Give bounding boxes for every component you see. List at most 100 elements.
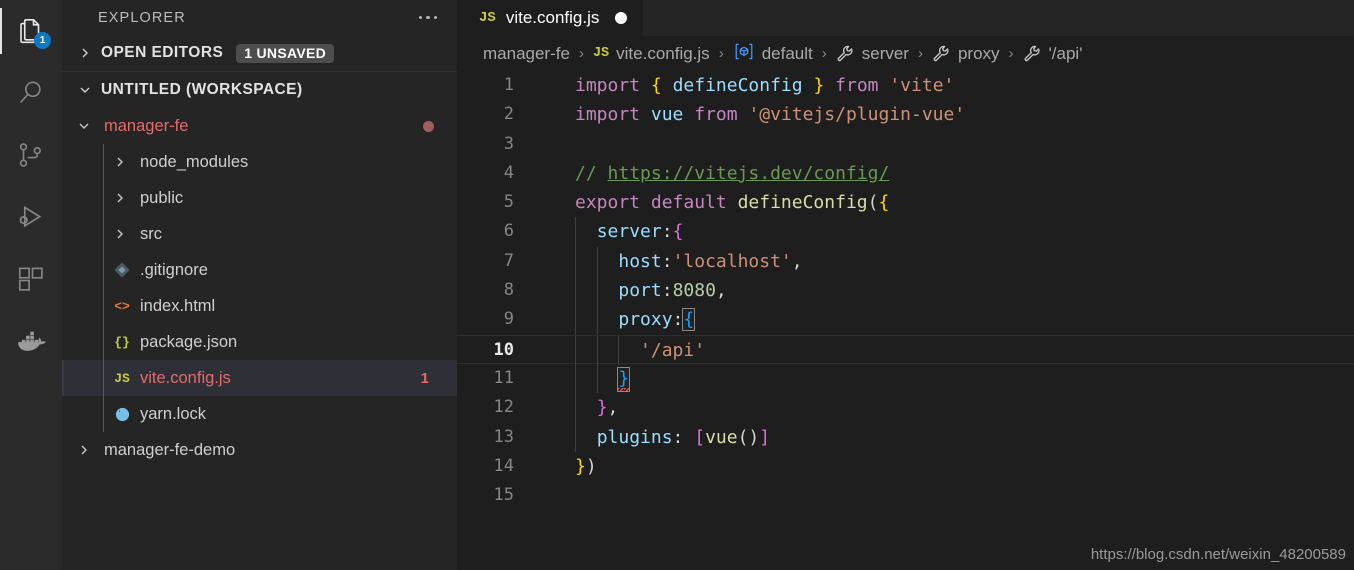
- chevron-right-icon[interactable]: [112, 154, 128, 170]
- code-line[interactable]: 1 import { defineConfig } from 'vite': [457, 71, 1354, 100]
- indent-guide: [103, 216, 104, 252]
- breadcrumb-item-api[interactable]: '/api': [1023, 43, 1083, 64]
- chevron-right-icon: [76, 44, 94, 62]
- tree-item--gitignore[interactable]: .gitignore: [62, 252, 457, 288]
- code-line[interactable]: 8 port:8080,: [457, 276, 1354, 306]
- code-text: '/api': [640, 339, 706, 361]
- breadcrumb-item-server[interactable]: server: [836, 44, 909, 64]
- export-symbol-icon: [733, 42, 755, 66]
- tree-item-label: index.html: [140, 296, 216, 315]
- js-file-icon: JS: [479, 10, 496, 26]
- tab-vite-config-js[interactable]: JS vite.config.js: [457, 0, 644, 36]
- editor-area: JS vite.config.js manager-fe › JS vite.conf…: [457, 0, 1354, 570]
- code-line[interactable]: 7 host:'localhost',: [457, 246, 1354, 277]
- code-line[interactable]: 10 '/api': [457, 334, 1354, 365]
- code-line[interactable]: 5 export default defineConfig({: [457, 188, 1354, 217]
- activity-item-docker[interactable]: [0, 310, 62, 372]
- chevron-right-icon[interactable]: [112, 190, 128, 206]
- breadcrumb-item-vite-config-js[interactable]: JS vite.config.js: [593, 44, 710, 64]
- code-line[interactable]: 9 proxy:{: [457, 305, 1354, 335]
- active-indicator: [0, 8, 2, 54]
- code-line[interactable]: 11 }: [457, 363, 1354, 394]
- activity-item-run-and-debug[interactable]: [0, 186, 62, 248]
- activity-item-search[interactable]: [0, 62, 62, 124]
- tree-item-public[interactable]: public: [62, 180, 457, 216]
- chevron-down-icon: [76, 81, 94, 99]
- tree-item-yarn-lock[interactable]: yarn.lock: [62, 396, 457, 432]
- line-number: 6: [503, 221, 514, 242]
- code-line[interactable]: 13 plugins: [vue()]: [457, 422, 1354, 452]
- line-number: 11: [493, 367, 514, 388]
- breadcrumb-separator: ›: [917, 45, 923, 62]
- breadcrumb-label: default: [761, 43, 813, 63]
- code-line[interactable]: 2 import vue from '@vitejs/plugin-vue': [457, 100, 1354, 129]
- line-number: 3: [503, 133, 514, 154]
- tree-item-index-html[interactable]: <> index.html: [62, 288, 457, 324]
- section-open-editors[interactable]: OPEN EDITORS 1 UNSAVED: [62, 35, 457, 71]
- tree-item-manager-fe-demo[interactable]: manager-fe-demo: [62, 432, 457, 468]
- activity-item-source-control[interactable]: [0, 124, 62, 186]
- code-line[interactable]: 14}): [457, 452, 1354, 481]
- chevron-down-icon[interactable]: [76, 118, 92, 134]
- problem-count-badge: 1: [420, 369, 429, 387]
- extensions-icon: [16, 264, 46, 294]
- code-line[interactable]: 4 // https://vitejs.dev/config/: [457, 159, 1354, 188]
- breadcrumb-label: manager-fe: [483, 43, 570, 63]
- code-text: export default defineConfig({: [575, 192, 890, 214]
- search-icon: [16, 78, 46, 108]
- chevron-right-icon[interactable]: [76, 442, 92, 458]
- explorer-badge: 1: [34, 32, 51, 49]
- indent-guide: [103, 288, 104, 324]
- section-workspace-label: UNTITLED (WORKSPACE): [101, 81, 303, 98]
- line-number: 15: [493, 485, 514, 506]
- activity-item-explorer[interactable]: 1: [0, 0, 62, 62]
- code-line[interactable]: 3: [457, 130, 1354, 159]
- code-text: import vue from '@vitejs/plugin-vue': [575, 104, 966, 126]
- unsaved-dot-icon[interactable]: [615, 12, 628, 24]
- line-number: 10: [493, 339, 514, 360]
- tree-item-package-json[interactable]: {} package.json: [62, 324, 457, 360]
- section-workspace[interactable]: UNTITLED (WORKSPACE): [62, 71, 457, 108]
- breadcrumb-separator: ›: [578, 45, 584, 62]
- file-tree: manager-fe node_modules public src .gitignor…: [62, 108, 457, 468]
- breadcrumb-label: '/api': [1048, 43, 1083, 63]
- yarn-file-icon: [112, 404, 132, 424]
- code-line[interactable]: 12 },: [457, 393, 1354, 423]
- breadcrumb-separator: ›: [1008, 45, 1014, 62]
- code-text: port:8080,: [618, 280, 727, 302]
- code-editor[interactable]: 1 import { defineConfig } from 'vite' 2 imp…: [457, 71, 1354, 570]
- indent-guide: [103, 360, 104, 396]
- line-number: 13: [493, 426, 514, 447]
- tree-item-vite-config-js[interactable]: JS vite.config.js 1: [62, 360, 457, 396]
- ellipsis-icon[interactable]: [418, 15, 440, 20]
- tree-item-label: src: [140, 224, 162, 243]
- breadcrumb-item-default[interactable]: default: [733, 42, 813, 66]
- tree-item-label: manager-fe: [104, 116, 189, 135]
- code-line[interactable]: 6 server:{: [457, 217, 1354, 247]
- line-number: 1: [503, 75, 514, 95]
- tree-item-node-modules[interactable]: node_modules: [62, 144, 457, 180]
- code-text: }): [575, 455, 597, 477]
- tree-item-manager-fe[interactable]: manager-fe: [62, 108, 457, 144]
- code-line[interactable]: 15: [457, 481, 1354, 510]
- section-open-editors-label: OPEN EDITORS: [101, 44, 224, 61]
- code-text: proxy:{: [618, 308, 696, 332]
- tab-bar: JS vite.config.js: [457, 0, 1354, 36]
- tree-item-label: .gitignore: [140, 260, 208, 279]
- indent-guide: [103, 144, 104, 180]
- tree-item-label: manager-fe-demo: [104, 440, 236, 459]
- chevron-right-icon[interactable]: [112, 226, 128, 242]
- breadcrumb-label: server: [861, 43, 909, 63]
- line-number: 9: [503, 309, 514, 330]
- property-wrench-icon: [836, 44, 855, 63]
- code-text: },: [596, 397, 619, 419]
- vscode-window: 1 EXPLORER OPEN EDITORS 1 UNSAVED UNTITL…: [0, 0, 1354, 570]
- line-number: 7: [503, 250, 514, 271]
- json-file-icon: {}: [114, 334, 130, 350]
- indent-guide: [103, 180, 104, 216]
- breadcrumb-item-manager-fe[interactable]: manager-fe: [483, 44, 570, 64]
- activity-item-extensions[interactable]: [0, 248, 62, 310]
- js-file-icon: JS: [114, 370, 130, 386]
- breadcrumb-item-proxy[interactable]: proxy: [932, 44, 1000, 64]
- tree-item-src[interactable]: src: [62, 216, 457, 252]
